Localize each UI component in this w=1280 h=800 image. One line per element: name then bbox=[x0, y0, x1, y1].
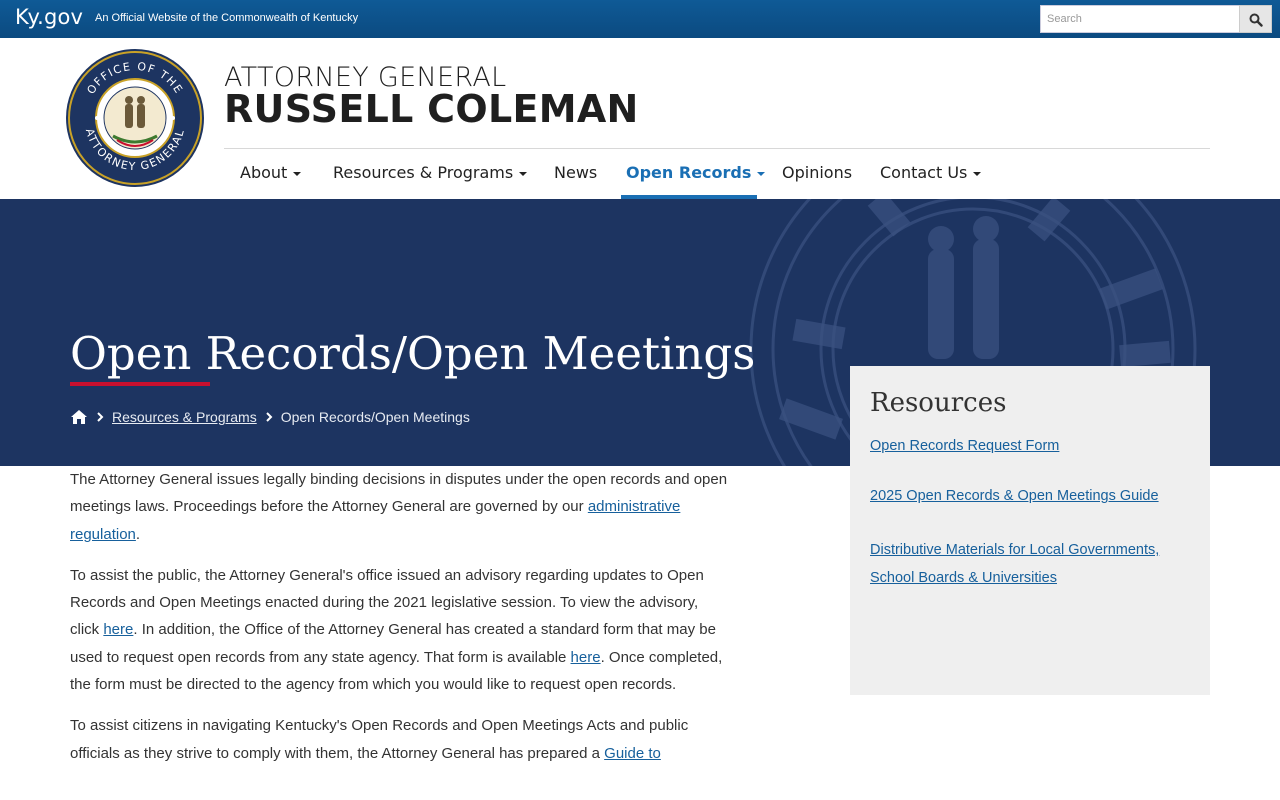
caret-down-icon bbox=[519, 171, 528, 176]
breadcrumb-link-resources[interactable]: Resources & Programs bbox=[112, 409, 257, 425]
paragraph-guide: To assist citizens in navigating Kentuck… bbox=[70, 712, 730, 767]
paragraph-text: . bbox=[135, 525, 141, 543]
nav-item-about[interactable]: About bbox=[240, 150, 302, 199]
link-distributive-materials[interactable]: Distributive Materials for Local Governm… bbox=[870, 536, 1200, 592]
search-button[interactable] bbox=[1239, 5, 1272, 33]
nav-label: Resources & Programs bbox=[333, 163, 514, 182]
chevron-right-icon bbox=[97, 412, 104, 422]
resources-heading: Resources bbox=[870, 388, 1007, 418]
paragraph-intro: The Attorney General issues legally bind… bbox=[70, 466, 730, 548]
link-form-here[interactable]: here bbox=[571, 649, 601, 666]
nav-label: News bbox=[554, 163, 598, 182]
nav-item-resources-programs[interactable]: Resources & Programs bbox=[333, 150, 528, 199]
paragraph-text: To assist citizens in navigating Kentuck… bbox=[70, 717, 689, 762]
link-advisory-here[interactable]: here bbox=[103, 621, 133, 638]
official-tagline: An Official Website of the Commonwealth … bbox=[95, 12, 359, 24]
caret-down-icon bbox=[757, 171, 766, 176]
search-icon bbox=[1249, 13, 1263, 27]
chevron-right-icon bbox=[266, 412, 273, 422]
paragraph-advisory: To assist the public, the Attorney Gener… bbox=[70, 562, 730, 698]
link-open-records-request-form[interactable]: Open Records Request Form bbox=[870, 432, 1200, 460]
header-divider bbox=[224, 148, 1210, 149]
nav-item-open-records[interactable]: Open Records bbox=[626, 150, 766, 199]
kygov-logo[interactable]: Ky.gov bbox=[15, 5, 83, 29]
header-title-name[interactable]: RUSSELL COLEMAN bbox=[224, 87, 639, 131]
nav-label: Open Records bbox=[626, 163, 752, 182]
nav-label: About bbox=[240, 163, 288, 182]
top-bar: Ky.gov An Official Website of the Common… bbox=[0, 0, 1280, 38]
nav-item-news[interactable]: News bbox=[554, 150, 597, 199]
nav-item-opinions[interactable]: Opinions bbox=[782, 150, 852, 199]
breadcrumb-current: Open Records/Open Meetings bbox=[280, 409, 470, 425]
search-input[interactable]: Search bbox=[1040, 5, 1239, 33]
caret-down-icon bbox=[973, 171, 982, 176]
link-open-records-guide[interactable]: 2025 Open Records & Open Meetings Guide bbox=[870, 482, 1200, 510]
nav-label: Opinions bbox=[782, 163, 853, 182]
link-guide[interactable]: Guide to bbox=[604, 745, 661, 762]
caret-down-icon bbox=[293, 171, 302, 176]
title-underline-accent bbox=[70, 382, 210, 386]
breadcrumb: Resources & Programs Open Records/Open M… bbox=[70, 407, 470, 427]
nav-item-contact-us[interactable]: Contact Us bbox=[880, 150, 982, 199]
main-content: The Attorney General issues legally bind… bbox=[70, 466, 730, 781]
home-icon[interactable] bbox=[70, 409, 88, 425]
page-title: Open Records/Open Meetings bbox=[70, 327, 756, 380]
nav-label: Contact Us bbox=[880, 163, 968, 182]
resources-panel: Resources Open Records Request Form 2025… bbox=[850, 366, 1210, 695]
main-nav: About Resources & Programs News Open Rec… bbox=[0, 150, 1280, 199]
